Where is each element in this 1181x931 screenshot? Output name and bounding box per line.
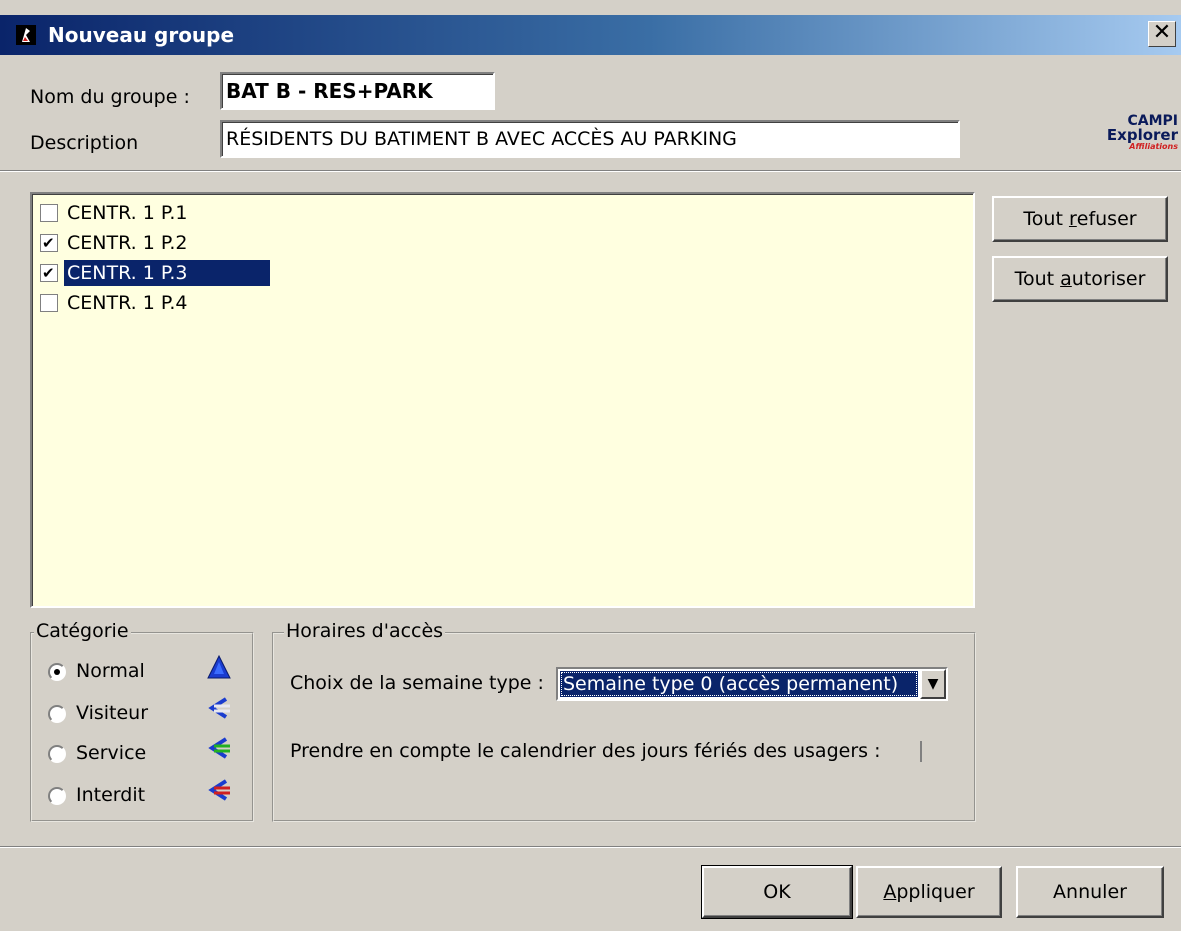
list-item-label: CENTR. 1 P.1 (67, 202, 188, 224)
category-legend: Catégorie (34, 620, 131, 642)
list-item-label: CENTR. 1 P.3 (64, 260, 270, 286)
group-name-label: Nom du groupe : (30, 86, 190, 108)
radio-button[interactable] (48, 704, 66, 723)
allow-all-accel: a (1060, 268, 1072, 290)
green-person-icon (208, 737, 230, 759)
list-item[interactable]: CENTR. 1 P.3 (40, 258, 270, 288)
refuse-all-label-post: efuser (1076, 208, 1137, 230)
title-bar: Nouveau groupe ✕ (0, 15, 1181, 55)
list-item[interactable]: CENTR. 1 P.4 (40, 288, 190, 318)
refuse-all-label-pre: Tout (1023, 208, 1069, 230)
list-item[interactable]: CENTR. 1 P.1 (40, 198, 190, 228)
app-icon (16, 25, 36, 45)
radio-label: Normal (76, 660, 145, 682)
radio-service[interactable]: Service (48, 742, 146, 764)
list-item-label: CENTR. 1 P.4 (67, 292, 188, 314)
description-label: Description (30, 132, 139, 154)
dropdown-arrow-icon[interactable]: ▼ (920, 669, 946, 699)
list-item-checkbox[interactable] (40, 204, 58, 222)
cancel-label: Annuler (1053, 881, 1127, 903)
ok-button[interactable]: OK (701, 865, 853, 919)
refuse-all-button[interactable]: Tout r efuser (992, 196, 1168, 242)
apply-accel: A (883, 881, 897, 903)
list-item-checkbox[interactable] (40, 264, 58, 282)
red-person-icon (208, 779, 230, 801)
white-person-icon (208, 697, 230, 719)
radio-button[interactable] (48, 744, 66, 763)
radio-interdit[interactable]: Interdit (48, 784, 145, 806)
cancel-button[interactable]: Annuler (1016, 866, 1164, 918)
radio-label: Interdit (76, 784, 146, 806)
window-title: Nouveau groupe (48, 23, 235, 47)
close-icon: ✕ (1152, 20, 1172, 45)
week-type-label: Choix de la semaine type : (290, 672, 544, 694)
radio-label: Service (76, 742, 147, 764)
bottom-separator (0, 846, 1181, 848)
week-type-value: Semaine type 0 (accès permanent) (560, 671, 918, 697)
list-item-label: CENTR. 1 P.2 (67, 232, 188, 254)
campi-explorer-logo: CAMPI Explorer Affiliations (1082, 114, 1178, 151)
description-input[interactable]: RÉSIDENTS DU BATIMENT B AVEC ACCÈS AU PA… (220, 120, 960, 158)
allow-all-button[interactable]: Tout a utoriser (992, 256, 1168, 302)
radio-visiteur[interactable]: Visiteur (48, 702, 148, 724)
week-type-select[interactable]: Semaine type 0 (accès permanent) ▼ (556, 667, 948, 701)
group-name-input[interactable]: BAT B - RES+PARK (220, 72, 495, 110)
schedule-group (272, 632, 976, 822)
list-item[interactable]: CENTR. 1 P.2 (40, 228, 190, 258)
list-item-checkbox[interactable] (40, 234, 58, 252)
holiday-calendar-label: Prendre en compte le calendrier des jour… (290, 740, 881, 762)
logo-line-2: Explorer (1106, 126, 1178, 144)
radio-normal[interactable]: Normal (48, 660, 145, 682)
schedule-legend: Horaires d'accès (284, 620, 446, 642)
apply-label: ppliquer (896, 881, 975, 903)
radio-button[interactable] (48, 786, 66, 805)
radio-label: Visiteur (76, 702, 149, 724)
ok-label: OK (763, 881, 791, 903)
holiday-calendar-checkbox[interactable] (920, 741, 922, 762)
blue-person-icon (207, 654, 231, 679)
access-point-list[interactable]: CENTR. 1 P.1 CENTR. 1 P.2 CENTR. 1 P.3 C… (30, 192, 975, 608)
logo-line-3: Affiliations (1129, 142, 1178, 151)
list-item-checkbox[interactable] (40, 294, 58, 312)
radio-button[interactable] (48, 662, 66, 681)
top-separator (0, 170, 1181, 172)
apply-button[interactable]: Appliquer (856, 866, 1002, 918)
allow-all-label-pre: Tout (1014, 268, 1061, 290)
close-button[interactable]: ✕ (1148, 21, 1176, 47)
allow-all-label-post: utoriser (1071, 268, 1146, 290)
refuse-all-accel: r (1068, 208, 1077, 230)
